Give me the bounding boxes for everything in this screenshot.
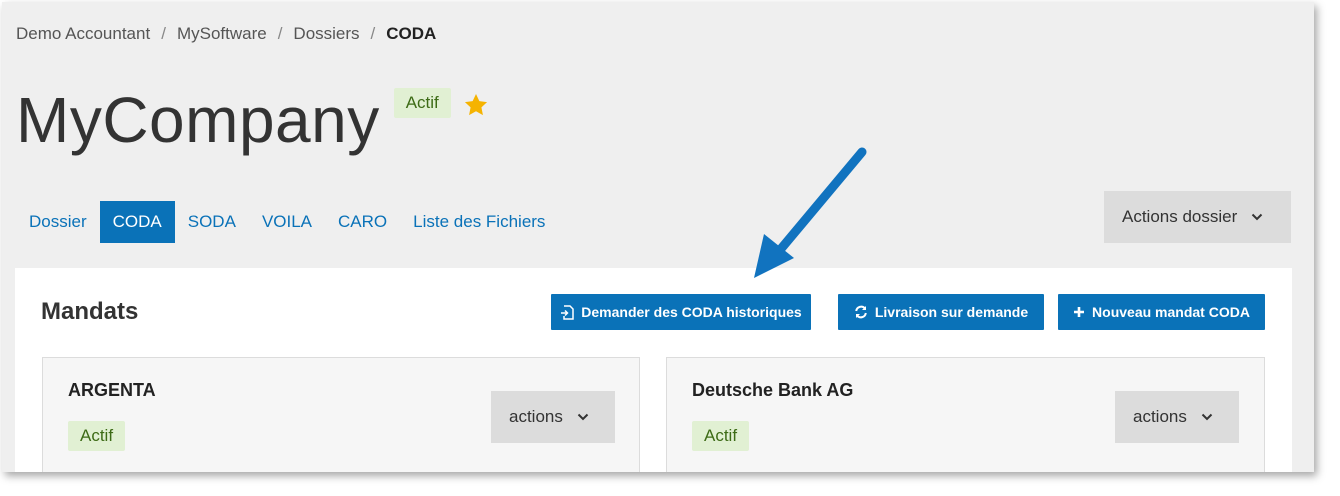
mandate-actions-label: actions — [509, 407, 563, 426]
chevron-down-icon — [1201, 413, 1213, 421]
actions-dossier-button[interactable]: Actions dossier — [1104, 191, 1291, 243]
mandate-bank-name: Deutsche Bank AG — [692, 380, 854, 400]
title-row: MyCompany Actif — [16, 84, 489, 156]
tab-voila[interactable]: VOILA — [249, 201, 325, 243]
breadcrumb: Demo Accountant / MySoftware / Dossiers … — [16, 24, 436, 44]
breadcrumb-separator: / — [370, 24, 376, 43]
chevron-down-icon — [1252, 213, 1263, 221]
mandate-actions-button[interactable]: actions — [491, 391, 615, 443]
tab-bar: Dossier CODA SODA VOILA CARO Liste des F… — [16, 201, 558, 243]
mandate-status-badge: Actif — [68, 421, 126, 451]
document-import-icon — [561, 304, 575, 320]
mandate-bank-name: ARGENTA — [68, 380, 156, 400]
plus-icon — [1074, 307, 1085, 317]
status-badge: Actif — [393, 88, 451, 118]
on-demand-delivery-label: Livraison sur demande — [874, 304, 1029, 320]
refresh-icon — [855, 305, 867, 319]
mandate-actions-label: actions — [1133, 407, 1187, 426]
request-historical-coda-button[interactable]: Demander des CODA historiques — [551, 294, 811, 330]
tab-coda[interactable]: CODA — [99, 201, 175, 243]
breadcrumb-current: CODA — [386, 24, 437, 43]
actions-dossier-label: Actions dossier — [1122, 207, 1238, 226]
chevron-down-icon — [577, 413, 589, 421]
request-historical-coda-label: Demander des CODA historiques — [581, 304, 802, 320]
mandate-actions-button[interactable]: actions — [1115, 391, 1239, 443]
star-icon[interactable] — [463, 92, 489, 118]
tab-caro[interactable]: CARO — [325, 201, 400, 243]
mandate-card: Deutsche Bank AG Actif actions — [666, 357, 1265, 472]
tab-soda[interactable]: SODA — [175, 201, 249, 243]
breadcrumb-item-accountant[interactable]: Demo Accountant — [16, 24, 150, 44]
breadcrumb-separator: / — [277, 24, 283, 43]
app-window: Demo Accountant / MySoftware / Dossiers … — [2, 2, 1314, 472]
breadcrumb-item-dossiers[interactable]: Dossiers — [293, 24, 359, 44]
mandate-card: ARGENTA Actif actions — [42, 357, 640, 472]
mandate-status-badge: Actif — [692, 421, 750, 451]
breadcrumb-separator: / — [161, 24, 166, 43]
new-coda-mandate-label: Nouveau mandat CODA — [1092, 304, 1250, 320]
page-title: MyCompany — [16, 84, 380, 156]
tab-liste-fichiers[interactable]: Liste des Fichiers — [400, 201, 558, 243]
tab-dossier[interactable]: Dossier — [16, 201, 100, 243]
mandats-title: Mandats — [41, 298, 139, 325]
mandats-panel: Mandats Demander des CODA historiques Li… — [15, 268, 1292, 472]
new-coda-mandate-button[interactable]: Nouveau mandat CODA — [1058, 294, 1265, 330]
breadcrumb-item-software[interactable]: MySoftware — [177, 24, 267, 44]
on-demand-delivery-button[interactable]: Livraison sur demande — [838, 294, 1044, 330]
